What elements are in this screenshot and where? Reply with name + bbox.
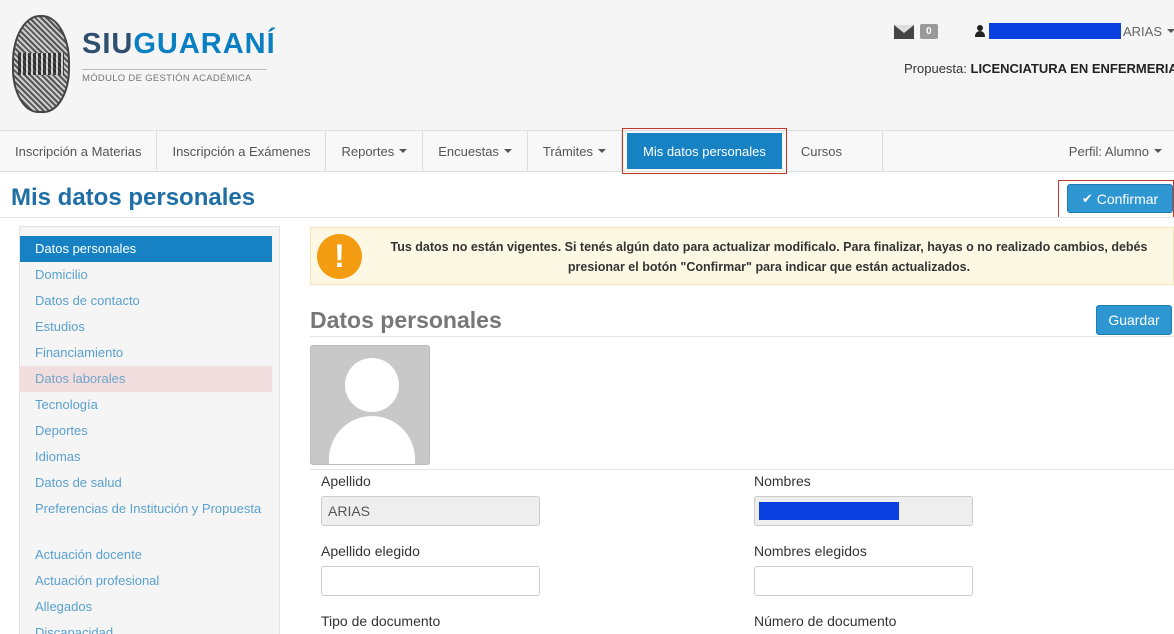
- nav-label: Encuestas: [438, 143, 499, 159]
- brand-logo[interactable]: SIUGUARANÍ: [82, 28, 276, 60]
- section-title: Datos personales: [310, 307, 502, 333]
- save-button[interactable]: Guardar: [1096, 305, 1172, 335]
- sidebar-item-actuacion-profesional[interactable]: Actuación profesional: [20, 568, 272, 594]
- nav-label: Mis datos personales: [643, 143, 766, 159]
- chevron-down-icon: [399, 149, 408, 153]
- sidebar-item-datos-personales[interactable]: Datos personales: [20, 236, 272, 262]
- sidebar-item-estudios[interactable]: Estudios: [20, 314, 272, 340]
- confirm-label: Confirmar: [1096, 190, 1159, 207]
- sidebar: Datos personales Domicilio Datos de cont…: [19, 226, 280, 634]
- avatar-placeholder-body: [329, 416, 415, 464]
- sidebar-item-preferencias[interactable]: Preferencias de Institución y Propuesta: [20, 496, 272, 542]
- chevron-down-icon: [1154, 149, 1162, 153]
- brand-guarani: GUARANÍ: [133, 28, 276, 60]
- perfil-dropdown[interactable]: Perfil: Alumno: [1069, 131, 1162, 171]
- divider: [0, 217, 1174, 218]
- sidebar-item-allegados[interactable]: Allegados: [20, 594, 272, 620]
- nav-cursos[interactable]: Cursos: [787, 131, 884, 171]
- nombres-elegidos-label: Nombres elegidos: [754, 543, 867, 559]
- envelope-icon: [894, 24, 914, 39]
- redacted-username: [989, 23, 1121, 39]
- profile-photo[interactable]: [310, 345, 430, 465]
- nav-label: Inscripción a Exámenes: [172, 143, 311, 159]
- university-crest-logo: [12, 15, 70, 113]
- user-icon: [975, 25, 985, 37]
- chevron-down-icon: [503, 149, 512, 153]
- sidebar-item-financiamiento[interactable]: Financiamiento: [20, 340, 272, 366]
- redacted-nombres: [759, 502, 899, 520]
- nav-label: Cursos: [800, 143, 843, 159]
- page-title: Mis datos personales: [11, 184, 256, 211]
- apellido-elegido-label: Apellido elegido: [321, 543, 420, 559]
- divider: [310, 336, 1174, 337]
- sidebar-item-datos-laborales[interactable]: Datos laborales: [20, 366, 272, 392]
- avatar-placeholder-icon: [345, 358, 399, 412]
- main-navbar: Inscripción a Materias Inscripción a Exá…: [0, 128, 1174, 174]
- confirm-highlight: ✔ Confirmar: [1058, 180, 1174, 218]
- nav-inscripcion-examenes[interactable]: Inscripción a Exámenes: [157, 131, 327, 171]
- chevron-down-icon: [598, 149, 606, 153]
- divider: [310, 469, 1174, 470]
- messages-count-badge: 0: [920, 24, 938, 39]
- sidebar-item-idiomas[interactable]: Idiomas: [20, 444, 272, 470]
- nav-reportes[interactable]: Reportes: [326, 131, 424, 171]
- apellido-label: Apellido: [321, 473, 371, 489]
- confirm-button[interactable]: ✔ Confirmar: [1067, 184, 1173, 213]
- nav-label: Trámites: [542, 143, 593, 159]
- sidebar-item-discapacidad[interactable]: Discapacidad: [20, 620, 272, 634]
- nav-inscripcion-materias[interactable]: Inscripción a Materias: [0, 131, 158, 171]
- sidebar-item-datos-salud[interactable]: Datos de salud: [20, 470, 272, 496]
- sidebar-item-tecnologia[interactable]: Tecnología: [20, 392, 272, 418]
- warning-alert: ! Tus datos no están vigentes. Si tenés …: [310, 227, 1174, 285]
- brand-siu: SIU: [82, 28, 134, 60]
- nombres-elegidos-input[interactable]: [754, 566, 973, 596]
- propuesta-info: Propuesta: LICENCIATURA EN ENFERMERIA: [904, 61, 1174, 76]
- brand-subtitle: MÓDULO DE GESTIÓN ACADÉMICA: [82, 69, 267, 84]
- alert-text: Tus datos no están vigentes. Si tenés al…: [390, 240, 1148, 274]
- nombres-field: [754, 496, 973, 526]
- propuesta-value: LICENCIATURA EN ENFERMERIA: [970, 61, 1174, 76]
- user-menu[interactable]: ARIAS: [975, 23, 1174, 39]
- nav-label: Reportes: [341, 143, 395, 159]
- apellido-elegido-input[interactable]: [321, 566, 540, 596]
- chevron-down-icon: [1167, 29, 1174, 33]
- header: SIUGUARANÍ MÓDULO DE GESTIÓN ACADÉMICA 0…: [0, 0, 1174, 130]
- page: SIUGUARANÍ MÓDULO DE GESTIÓN ACADÉMICA 0…: [0, 0, 1174, 634]
- nav-encuestas[interactable]: Encuestas: [423, 131, 528, 171]
- check-icon: ✔: [1081, 190, 1093, 206]
- nav-tramites[interactable]: Trámites: [528, 131, 622, 171]
- apellido-field: ARIAS: [321, 496, 540, 526]
- nombres-label: Nombres: [754, 473, 811, 489]
- user-last-name: ARIAS: [1123, 23, 1163, 39]
- sidebar-item-deportes[interactable]: Deportes: [20, 418, 272, 444]
- nav-label: Inscripción a Materias: [15, 143, 142, 159]
- propuesta-label: Propuesta:: [904, 61, 967, 76]
- exclamation-icon: !: [317, 234, 362, 279]
- tipo-documento-label: Tipo de documento: [321, 613, 441, 629]
- messages-button[interactable]: 0: [894, 24, 938, 39]
- sidebar-item-actuacion-docente[interactable]: Actuación docente: [20, 542, 272, 568]
- perfil-label: Perfil: Alumno: [1068, 143, 1149, 159]
- nav-mis-datos-personales-highlight: Mis datos personales: [622, 128, 787, 174]
- sidebar-item-domicilio[interactable]: Domicilio: [20, 262, 272, 288]
- nav-mis-datos-personales[interactable]: Mis datos personales: [627, 133, 782, 169]
- sidebar-item-datos-contacto[interactable]: Datos de contacto: [20, 288, 272, 314]
- numero-documento-label: Número de documento: [754, 613, 897, 629]
